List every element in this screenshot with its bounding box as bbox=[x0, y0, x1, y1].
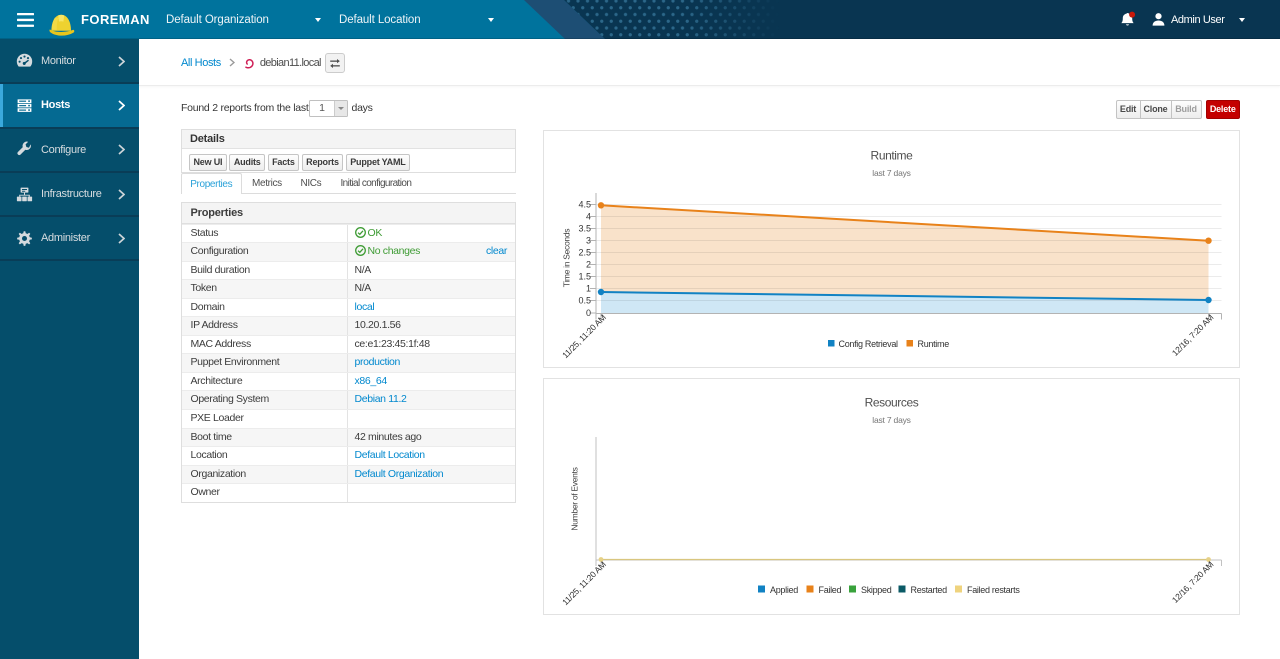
svg-text:3.5: 3.5 bbox=[578, 223, 591, 233]
svg-text:2.5: 2.5 bbox=[578, 247, 591, 257]
svg-text:3: 3 bbox=[586, 235, 591, 245]
svg-text:Resources: Resources bbox=[865, 395, 919, 409]
svg-text:Failed restarts: Failed restarts bbox=[967, 584, 1020, 594]
svg-text:last 7 days: last 7 days bbox=[872, 168, 910, 178]
svg-text:Skipped: Skipped bbox=[861, 584, 892, 594]
svg-text:last 7 days: last 7 days bbox=[872, 415, 910, 425]
svg-text:Failed: Failed bbox=[819, 584, 842, 594]
svg-text:0: 0 bbox=[586, 308, 591, 318]
svg-text:Applied: Applied bbox=[770, 584, 798, 594]
svg-text:Config Retrieval: Config Retrieval bbox=[839, 338, 899, 348]
svg-text:Runtime: Runtime bbox=[918, 338, 950, 348]
svg-text:4.5: 4.5 bbox=[578, 199, 591, 209]
svg-text:Number of Events: Number of Events bbox=[570, 467, 580, 530]
svg-text:Time in Seconds: Time in Seconds bbox=[562, 228, 572, 287]
svg-text:0.5: 0.5 bbox=[578, 295, 591, 305]
svg-text:1.5: 1.5 bbox=[578, 271, 591, 281]
svg-text:Restarted: Restarted bbox=[911, 584, 948, 594]
svg-text:2: 2 bbox=[586, 259, 591, 269]
svg-text:Runtime: Runtime bbox=[871, 148, 914, 162]
svg-text:1: 1 bbox=[586, 283, 591, 293]
svg-text:4: 4 bbox=[586, 211, 591, 221]
